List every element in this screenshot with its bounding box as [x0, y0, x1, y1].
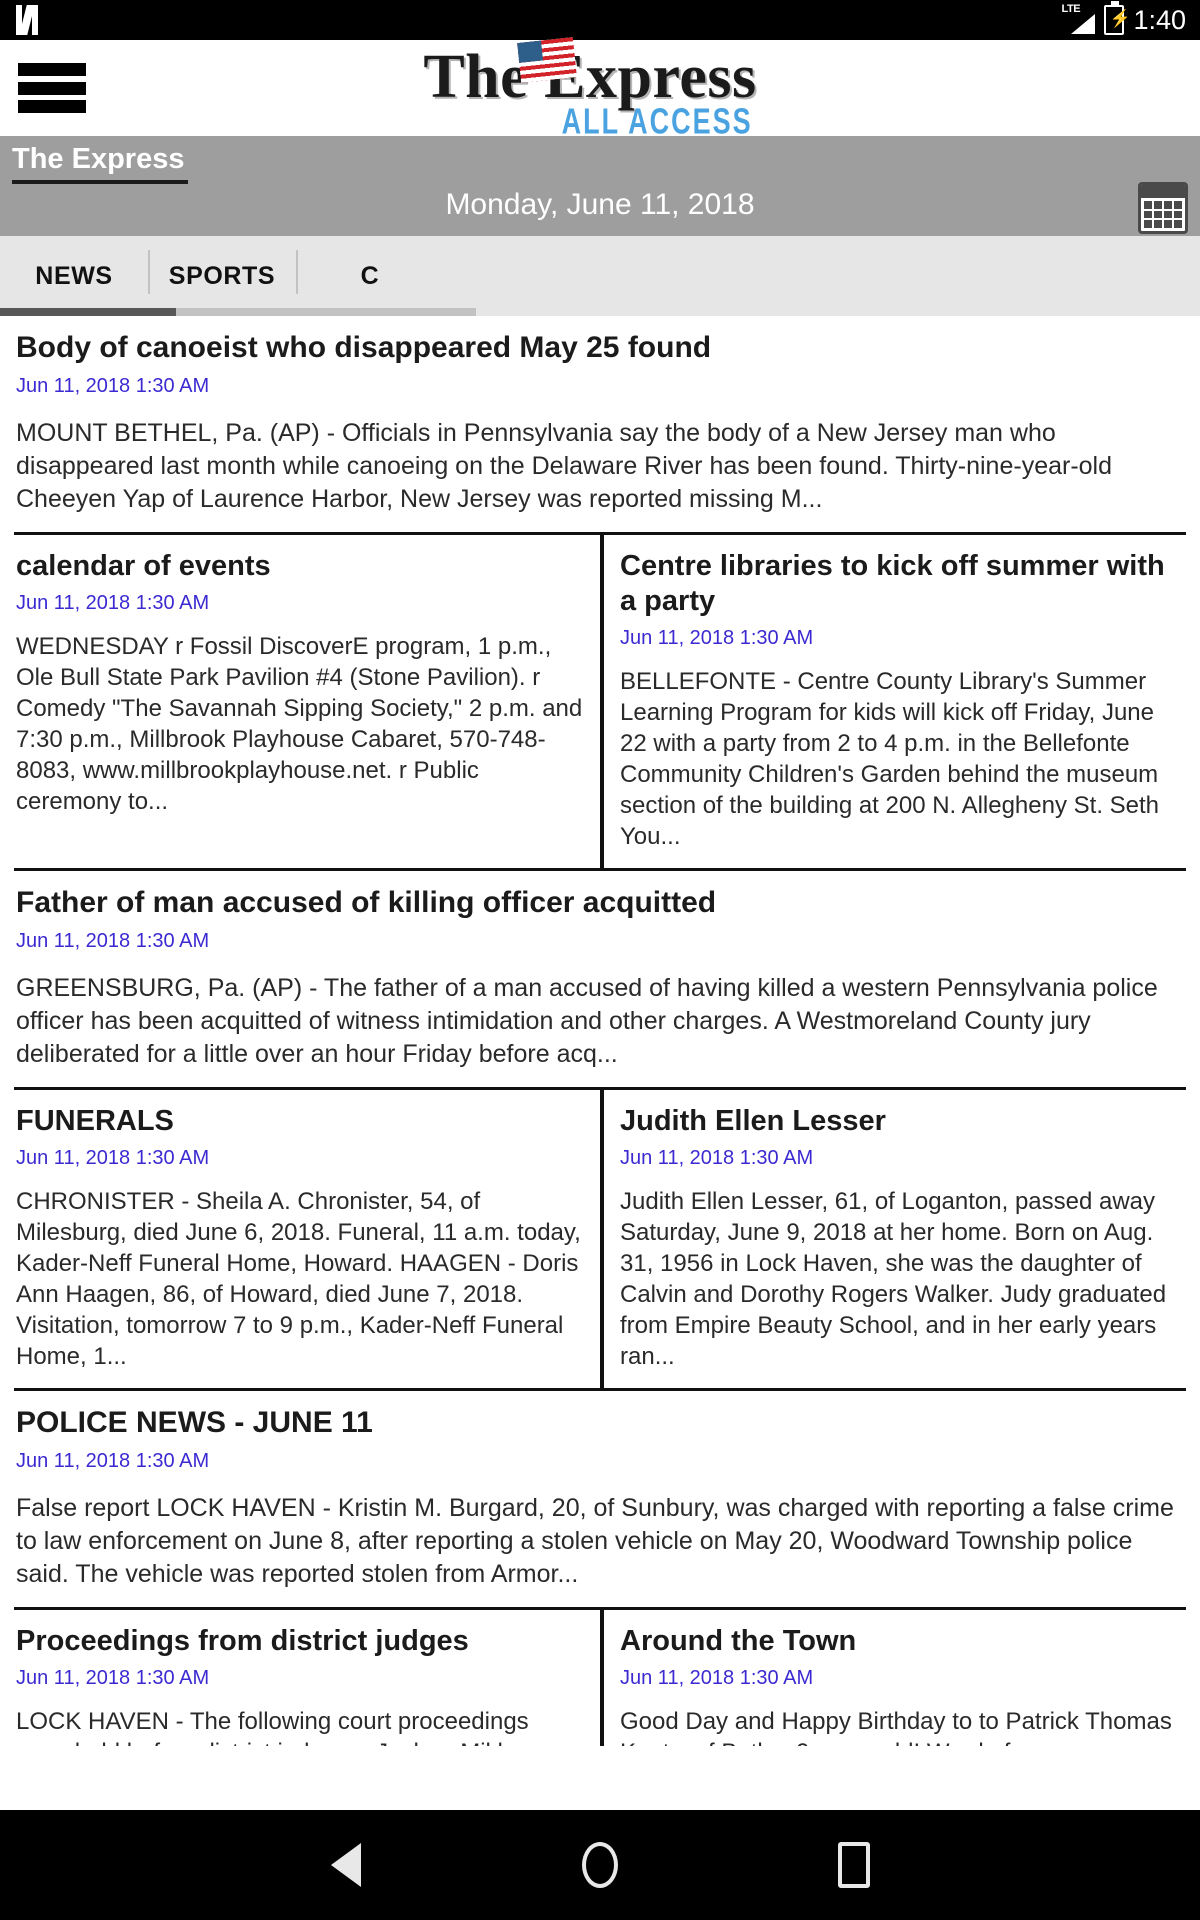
- article-card[interactable]: Proceedings from district judges Jun 11,…: [0, 1610, 600, 1746]
- home-circle-icon[interactable]: [573, 1838, 627, 1892]
- article-date: Jun 11, 2018 1:30 AM: [16, 1147, 210, 1169]
- status-bar-left: [14, 5, 40, 35]
- article-title: Around the Town: [620, 1625, 857, 1657]
- article-date: Jun 11, 2018 1:30 AM: [16, 375, 210, 397]
- article-title: FUNERALS: [16, 1105, 174, 1137]
- article-feed[interactable]: Body of canoeist who disappeared May 25 …: [0, 316, 1200, 1810]
- article-card[interactable]: Around the Town Jun 11, 2018 1:30 AM Goo…: [600, 1610, 1200, 1746]
- article-date: Jun 11, 2018 1:30 AM: [16, 592, 210, 614]
- section-tabs: NEWS SPORTS C: [0, 236, 1200, 316]
- article-row: Proceedings from district judges Jun 11,…: [0, 1610, 1200, 1746]
- site-logo[interactable]: The Express ALL ACCESS: [423, 36, 776, 139]
- article-date: Jun 11, 2018 1:30 AM: [620, 627, 814, 649]
- article-excerpt: Judith Ellen Lesser, 61, of Loganton, pa…: [620, 1188, 1167, 1370]
- article-title: Body of canoeist who disappeared May 25 …: [16, 331, 712, 364]
- article-date: Jun 11, 2018 1:30 AM: [16, 1667, 210, 1689]
- article-row: FUNERALS Jun 11, 2018 1:30 AM CHRONISTER…: [0, 1090, 1200, 1388]
- article-excerpt: WEDNESDAY r Fossil DiscoverE program, 1 …: [16, 633, 583, 815]
- article-excerpt: MOUNT BETHEL, Pa. (AP) - Officials in Pe…: [16, 419, 1113, 513]
- article-date: Jun 11, 2018 1:30 AM: [620, 1667, 814, 1689]
- article-title: calendar of events: [16, 550, 271, 582]
- article-card[interactable]: POLICE NEWS - JUNE 11 Jun 11, 2018 1:30 …: [0, 1391, 1200, 1607]
- android-navigation-bar: [0, 1810, 1200, 1920]
- article-excerpt: LOCK HAVEN - The following court proceed…: [16, 1708, 541, 1746]
- article-card[interactable]: FUNERALS Jun 11, 2018 1:30 AM CHRONISTER…: [0, 1090, 600, 1388]
- article-title: Proceedings from district judges: [16, 1625, 469, 1657]
- edition-title[interactable]: The Express: [12, 142, 189, 184]
- article-excerpt: BELLEFONTE - Centre County Library's Sum…: [620, 668, 1160, 850]
- article-title: POLICE NEWS - JUNE 11: [16, 1406, 373, 1439]
- hamburger-menu-icon[interactable]: [18, 63, 86, 113]
- battery-charging-icon: ⚡: [1104, 1, 1131, 35]
- article-date: Jun 11, 2018 1:30 AM: [16, 1450, 210, 1472]
- app-root: LTE ⚡ 1:40 The Express ALL ACCESS The Ex…: [0, 0, 1200, 1920]
- tab-track: [176, 308, 476, 316]
- lte-signal-icon: LTE: [1061, 4, 1096, 35]
- article-row: calendar of events Jun 11, 2018 1:30 AM …: [0, 535, 1200, 868]
- article-title: Centre libraries to kick off summer with…: [620, 550, 1165, 617]
- calendar-icon[interactable]: [1138, 182, 1188, 234]
- status-bar-clock: 1:40: [1133, 4, 1186, 35]
- edition-date: Monday, June 11, 2018: [445, 188, 755, 221]
- article-title: Judith Ellen Lesser: [620, 1105, 886, 1137]
- back-triangle-icon[interactable]: [319, 1838, 373, 1892]
- article-excerpt: Good Day and Happy Birthday to to Patric…: [620, 1708, 1172, 1746]
- article-date: Jun 11, 2018 1:30 AM: [620, 1147, 814, 1169]
- us-flag-icon: [517, 36, 578, 83]
- logo-main-text: The Express: [423, 42, 757, 111]
- article-excerpt: GREENSBURG, Pa. (AP) - The father of a m…: [16, 974, 1158, 1068]
- article-card[interactable]: Body of canoeist who disappeared May 25 …: [0, 316, 1200, 532]
- tab-c[interactable]: C: [296, 236, 444, 316]
- tab-sports[interactable]: SPORTS: [148, 236, 296, 316]
- masthead: The Express ALL ACCESS: [0, 36, 1200, 139]
- recents-square-icon[interactable]: [827, 1838, 881, 1892]
- article-card[interactable]: Judith Ellen Lesser Jun 11, 2018 1:30 AM…: [600, 1090, 1200, 1388]
- article-title: Father of man accused of killing officer…: [16, 886, 717, 919]
- article-card[interactable]: calendar of events Jun 11, 2018 1:30 AM …: [0, 535, 600, 868]
- article-excerpt: False report LOCK HAVEN - Kristin M. Bur…: [16, 1494, 1174, 1588]
- netflix-icon: [14, 5, 40, 35]
- tab-news[interactable]: NEWS: [0, 236, 148, 316]
- article-excerpt: CHRONISTER - Sheila A. Chronister, 54, o…: [16, 1188, 581, 1370]
- tab-active-indicator: [0, 308, 176, 316]
- article-card[interactable]: Father of man accused of killing officer…: [0, 871, 1200, 1087]
- article-date: Jun 11, 2018 1:30 AM: [16, 930, 210, 952]
- logo-sub-text: ALL ACCESS: [561, 100, 753, 142]
- android-status-bar: LTE ⚡ 1:40: [0, 0, 1200, 40]
- edition-bar: The Express Monday, June 11, 2018: [0, 136, 1200, 236]
- status-bar-right: LTE ⚡ 1:40: [1061, 1, 1186, 35]
- article-card[interactable]: Centre libraries to kick off summer with…: [600, 535, 1200, 868]
